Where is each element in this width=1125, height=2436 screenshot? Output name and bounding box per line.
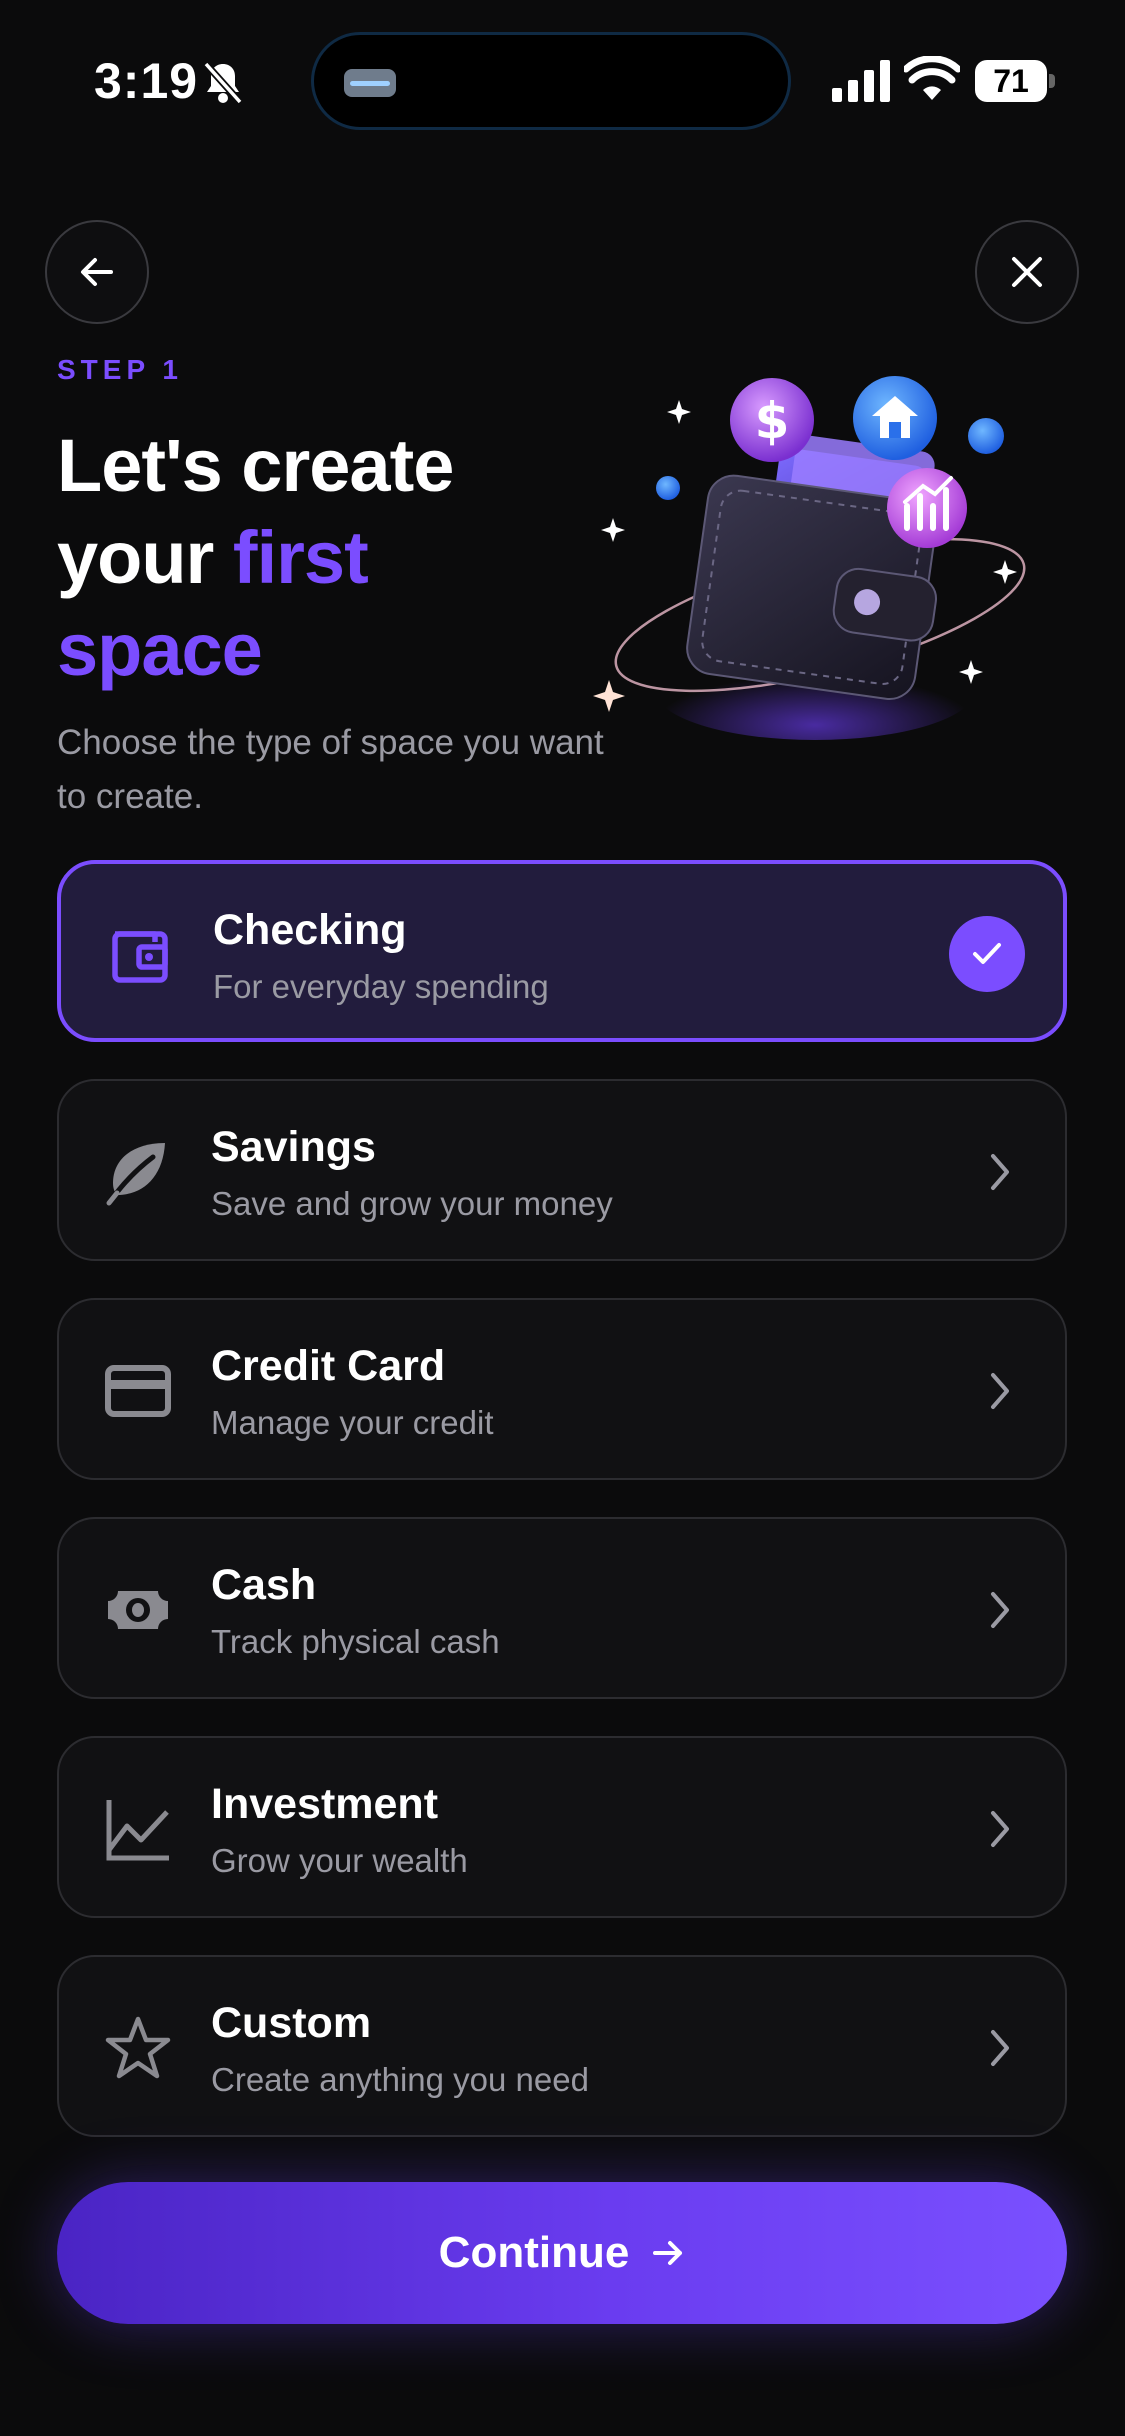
wifi-icon (904, 56, 960, 100)
option-description: Manage your credit (211, 1404, 494, 1441)
option-description: Grow your wealth (211, 1842, 468, 1879)
page-title: Let's create your first space (57, 420, 597, 696)
title-line-2-accent: first (232, 516, 369, 599)
step-label: STEP 1 (57, 354, 183, 385)
chart-line-icon (106, 1800, 169, 1861)
option-investment[interactable]: Investment Grow your wealth (57, 1736, 1067, 1918)
continue-label: Continue (438, 2228, 630, 2277)
option-description: Save and grow your money (211, 1185, 613, 1222)
wallet-illustration: $ (593, 376, 1026, 740)
check-icon (973, 943, 1001, 964)
option-title: Custom (211, 1999, 372, 2047)
option-title: Cash (211, 1561, 317, 1609)
option-description: Create anything you need (211, 2061, 589, 2098)
option-title: Savings (211, 1123, 376, 1171)
banknote-icon (108, 1591, 168, 1629)
live-activity-icon (344, 69, 396, 97)
credit-card-icon (105, 1365, 171, 1417)
star-icon (105, 2016, 171, 2079)
option-savings[interactable]: Savings Save and grow your money (57, 1079, 1067, 1261)
option-title: Checking (213, 906, 407, 954)
chevron-right-icon (991, 1592, 1009, 1628)
arrow-left-icon (81, 258, 113, 286)
status-bar: 3:19 71 (0, 0, 1125, 160)
title-line-2: your first (57, 512, 597, 604)
option-cash[interactable]: Cash Track physical cash (57, 1517, 1067, 1699)
close-button[interactable] (975, 220, 1079, 324)
battery-indicator: 71 (975, 60, 1055, 102)
cellular-signal-icon (832, 60, 890, 102)
chevron-right-icon (991, 1811, 1009, 1847)
dynamic-island (311, 32, 791, 130)
chevron-right-icon (991, 2030, 1009, 2066)
silent-bell-icon (203, 61, 243, 105)
option-description: For everyday spending (213, 968, 549, 1005)
battery-cap (1049, 74, 1055, 88)
svg-text:$: $ (755, 392, 790, 450)
option-custom[interactable]: Custom Create anything you need (57, 1955, 1067, 2137)
chevron-right-icon (991, 1154, 1009, 1190)
arrow-right-icon (653, 2241, 683, 2265)
title-line-2-plain: your (57, 516, 233, 599)
battery-level: 71 (975, 60, 1047, 102)
option-title: Investment (211, 1780, 439, 1828)
continue-button[interactable]: Continue (57, 2182, 1067, 2324)
title-line-1: Let's create (57, 424, 454, 507)
option-description: Track physical cash (211, 1623, 500, 1660)
close-icon (1012, 257, 1042, 287)
title-line-3-accent: space (57, 608, 263, 691)
back-button[interactable] (45, 220, 149, 324)
selected-check-badge (949, 916, 1025, 992)
option-checking[interactable]: Checking For everyday spending (57, 860, 1067, 1042)
leaf-icon (106, 1143, 165, 1206)
option-credit-card[interactable]: Credit Card Manage your credit (57, 1298, 1067, 1480)
status-time: 3:19 (94, 53, 199, 109)
chevron-right-icon (991, 1373, 1009, 1409)
page-subtitle: Choose the type of space you want to cre… (57, 723, 604, 816)
option-title: Credit Card (211, 1342, 446, 1390)
wallet-icon (112, 931, 168, 983)
